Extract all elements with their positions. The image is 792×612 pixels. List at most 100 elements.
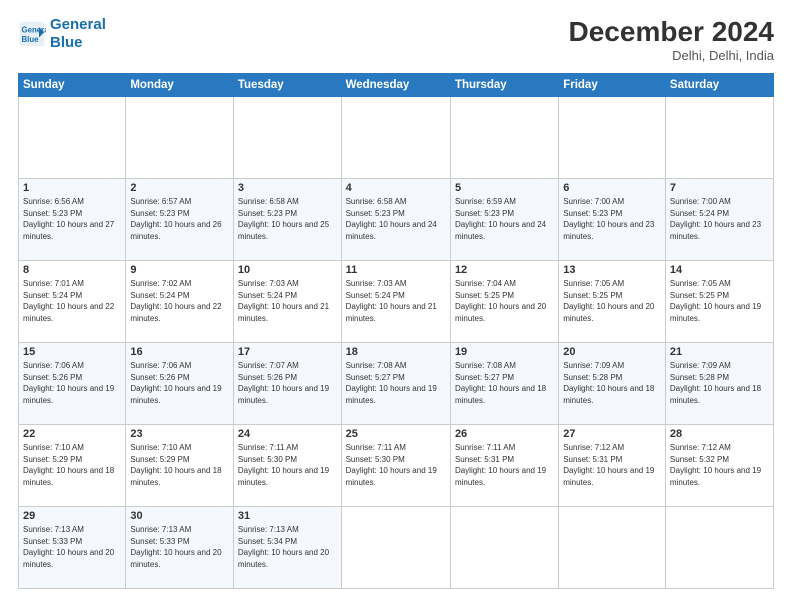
day-number: 24 (238, 428, 337, 440)
calendar-cell: 8 Sunrise: 7:01 AM Sunset: 5:24 PM Daylig… (19, 261, 126, 343)
day-number: 21 (670, 346, 769, 358)
day-number: 17 (238, 346, 337, 358)
calendar-cell: 21 Sunrise: 7:09 AM Sunset: 5:28 PM Dayli… (665, 343, 773, 425)
calendar-cell: 12Sunrise: 7:04 AM Sunset: 5:25 PM Dayli… (450, 261, 558, 343)
day-number: 18 (346, 346, 446, 358)
calendar-cell: 10Sunrise: 7:03 AM Sunset: 5:24 PM Dayli… (233, 261, 341, 343)
day-number: 16 (130, 346, 229, 358)
svg-text:Blue: Blue (22, 35, 40, 44)
weekday-header: Friday (559, 74, 666, 97)
calendar-cell: 3 Sunrise: 6:58 AM Sunset: 5:23 PM Daylig… (233, 179, 341, 261)
page: General Blue GeneralBlue December 2024 D… (0, 0, 792, 612)
calendar-cell: 23Sunrise: 7:10 AM Sunset: 5:29 PM Dayli… (126, 425, 234, 507)
calendar-cell: 29Sunrise: 7:13 AM Sunset: 5:33 PM Dayli… (19, 507, 126, 589)
cell-info: Sunrise: 7:12 AM Sunset: 5:32 PM Dayligh… (670, 442, 769, 488)
cell-info: Sunrise: 6:58 AM Sunset: 5:23 PM Dayligh… (238, 196, 337, 242)
calendar-cell: 16 Sunrise: 7:06 AM Sunset: 5:26 PM Dayli… (126, 343, 234, 425)
calendar-cell (665, 97, 773, 179)
logo: General Blue GeneralBlue (18, 16, 106, 52)
day-number: 27 (563, 428, 661, 440)
cell-info: Sunrise: 7:03 AM Sunset: 5:24 PM Dayligh… (238, 278, 337, 324)
cell-info: Sunrise: 7:11 AM Sunset: 5:30 PM Dayligh… (346, 442, 446, 488)
calendar-week-row: 15 Sunrise: 7:06 AM Sunset: 5:26 PM Dayli… (19, 343, 774, 425)
day-number: 7 (670, 182, 769, 194)
cell-info: Sunrise: 7:08 AM Sunset: 5:27 PM Dayligh… (346, 360, 446, 406)
cell-info: Sunrise: 7:05 AM Sunset: 5:25 PM Dayligh… (670, 278, 769, 324)
calendar-cell: 4Sunrise: 6:58 AM Sunset: 5:23 PM Daylig… (341, 179, 450, 261)
calendar-cell: 6 Sunrise: 7:00 AM Sunset: 5:23 PM Daylig… (559, 179, 666, 261)
day-number: 12 (455, 264, 554, 276)
calendar-cell: 9Sunrise: 7:02 AM Sunset: 5:24 PM Daylig… (126, 261, 234, 343)
cell-info: Sunrise: 7:03 AM Sunset: 5:24 PM Dayligh… (346, 278, 446, 324)
calendar-cell: 1 Sunrise: 6:56 AM Sunset: 5:23 PM Daylig… (19, 179, 126, 261)
calendar-cell: 11 Sunrise: 7:03 AM Sunset: 5:24 PM Dayli… (341, 261, 450, 343)
weekday-header: Tuesday (233, 74, 341, 97)
day-number: 13 (563, 264, 661, 276)
cell-info: Sunrise: 7:12 AM Sunset: 5:31 PM Dayligh… (563, 442, 661, 488)
day-number: 26 (455, 428, 554, 440)
calendar-table: SundayMondayTuesdayWednesdayThursdayFrid… (18, 73, 774, 589)
weekday-header: Monday (126, 74, 234, 97)
cell-info: Sunrise: 6:59 AM Sunset: 5:23 PM Dayligh… (455, 196, 554, 242)
calendar-week-row: 8 Sunrise: 7:01 AM Sunset: 5:24 PM Daylig… (19, 261, 774, 343)
cell-info: Sunrise: 7:13 AM Sunset: 5:34 PM Dayligh… (238, 524, 337, 570)
calendar-cell: 31 Sunrise: 7:13 AM Sunset: 5:34 PM Dayli… (233, 507, 341, 589)
cell-info: Sunrise: 7:06 AM Sunset: 5:26 PM Dayligh… (130, 360, 229, 406)
calendar-cell (19, 97, 126, 179)
location: Delhi, Delhi, India (569, 48, 774, 63)
weekday-header: Saturday (665, 74, 773, 97)
day-number: 30 (130, 510, 229, 522)
cell-info: Sunrise: 7:13 AM Sunset: 5:33 PM Dayligh… (23, 524, 121, 570)
day-number: 5 (455, 182, 554, 194)
calendar-cell: 30 Sunrise: 7:13 AM Sunset: 5:33 PM Dayli… (126, 507, 234, 589)
day-number: 31 (238, 510, 337, 522)
calendar-week-row: 29Sunrise: 7:13 AM Sunset: 5:33 PM Dayli… (19, 507, 774, 589)
calendar-cell: 28Sunrise: 7:12 AM Sunset: 5:32 PM Dayli… (665, 425, 773, 507)
day-number: 20 (563, 346, 661, 358)
cell-info: Sunrise: 7:13 AM Sunset: 5:33 PM Dayligh… (130, 524, 229, 570)
cell-info: Sunrise: 6:58 AM Sunset: 5:23 PM Dayligh… (346, 196, 446, 242)
cell-info: Sunrise: 7:09 AM Sunset: 5:28 PM Dayligh… (670, 360, 769, 406)
calendar-cell (233, 97, 341, 179)
day-number: 6 (563, 182, 661, 194)
day-number: 2 (130, 182, 229, 194)
weekday-header: Sunday (19, 74, 126, 97)
calendar-cell: 20 Sunrise: 7:09 AM Sunset: 5:28 PM Dayli… (559, 343, 666, 425)
day-number: 25 (346, 428, 446, 440)
day-number: 19 (455, 346, 554, 358)
weekday-header: Wednesday (341, 74, 450, 97)
cell-info: Sunrise: 7:11 AM Sunset: 5:31 PM Dayligh… (455, 442, 554, 488)
calendar-cell: 27 Sunrise: 7:12 AM Sunset: 5:31 PM Dayli… (559, 425, 666, 507)
calendar-cell (559, 97, 666, 179)
day-number: 3 (238, 182, 337, 194)
cell-info: Sunrise: 7:00 AM Sunset: 5:24 PM Dayligh… (670, 196, 769, 242)
title-block: December 2024 Delhi, Delhi, India (569, 16, 774, 63)
logo-text: GeneralBlue (50, 16, 106, 52)
calendar-cell (450, 507, 558, 589)
calendar-cell (341, 97, 450, 179)
calendar-week-row (19, 97, 774, 179)
cell-info: Sunrise: 7:10 AM Sunset: 5:29 PM Dayligh… (130, 442, 229, 488)
calendar-cell: 7 Sunrise: 7:00 AM Sunset: 5:24 PM Daylig… (665, 179, 773, 261)
calendar-cell (559, 507, 666, 589)
cell-info: Sunrise: 7:07 AM Sunset: 5:26 PM Dayligh… (238, 360, 337, 406)
cell-info: Sunrise: 6:57 AM Sunset: 5:23 PM Dayligh… (130, 196, 229, 242)
cell-info: Sunrise: 7:08 AM Sunset: 5:27 PM Dayligh… (455, 360, 554, 406)
day-number: 8 (23, 264, 121, 276)
cell-info: Sunrise: 7:00 AM Sunset: 5:23 PM Dayligh… (563, 196, 661, 242)
cell-info: Sunrise: 7:10 AM Sunset: 5:29 PM Dayligh… (23, 442, 121, 488)
day-number: 11 (346, 264, 446, 276)
calendar-cell: 14Sunrise: 7:05 AM Sunset: 5:25 PM Dayli… (665, 261, 773, 343)
calendar-cell: 17 Sunrise: 7:07 AM Sunset: 5:26 PM Dayli… (233, 343, 341, 425)
cell-info: Sunrise: 7:02 AM Sunset: 5:24 PM Dayligh… (130, 278, 229, 324)
cell-info: Sunrise: 7:05 AM Sunset: 5:25 PM Dayligh… (563, 278, 661, 324)
cell-info: Sunrise: 7:01 AM Sunset: 5:24 PM Dayligh… (23, 278, 121, 324)
day-number: 1 (23, 182, 121, 194)
cell-info: Sunrise: 7:09 AM Sunset: 5:28 PM Dayligh… (563, 360, 661, 406)
cell-info: Sunrise: 6:56 AM Sunset: 5:23 PM Dayligh… (23, 196, 121, 242)
calendar-cell: 24Sunrise: 7:11 AM Sunset: 5:30 PM Dayli… (233, 425, 341, 507)
day-number: 15 (23, 346, 121, 358)
logo-icon: General Blue (18, 20, 46, 48)
calendar-cell: 18 Sunrise: 7:08 AM Sunset: 5:27 PM Dayli… (341, 343, 450, 425)
calendar-cell: 15Sunrise: 7:06 AM Sunset: 5:26 PM Dayli… (19, 343, 126, 425)
